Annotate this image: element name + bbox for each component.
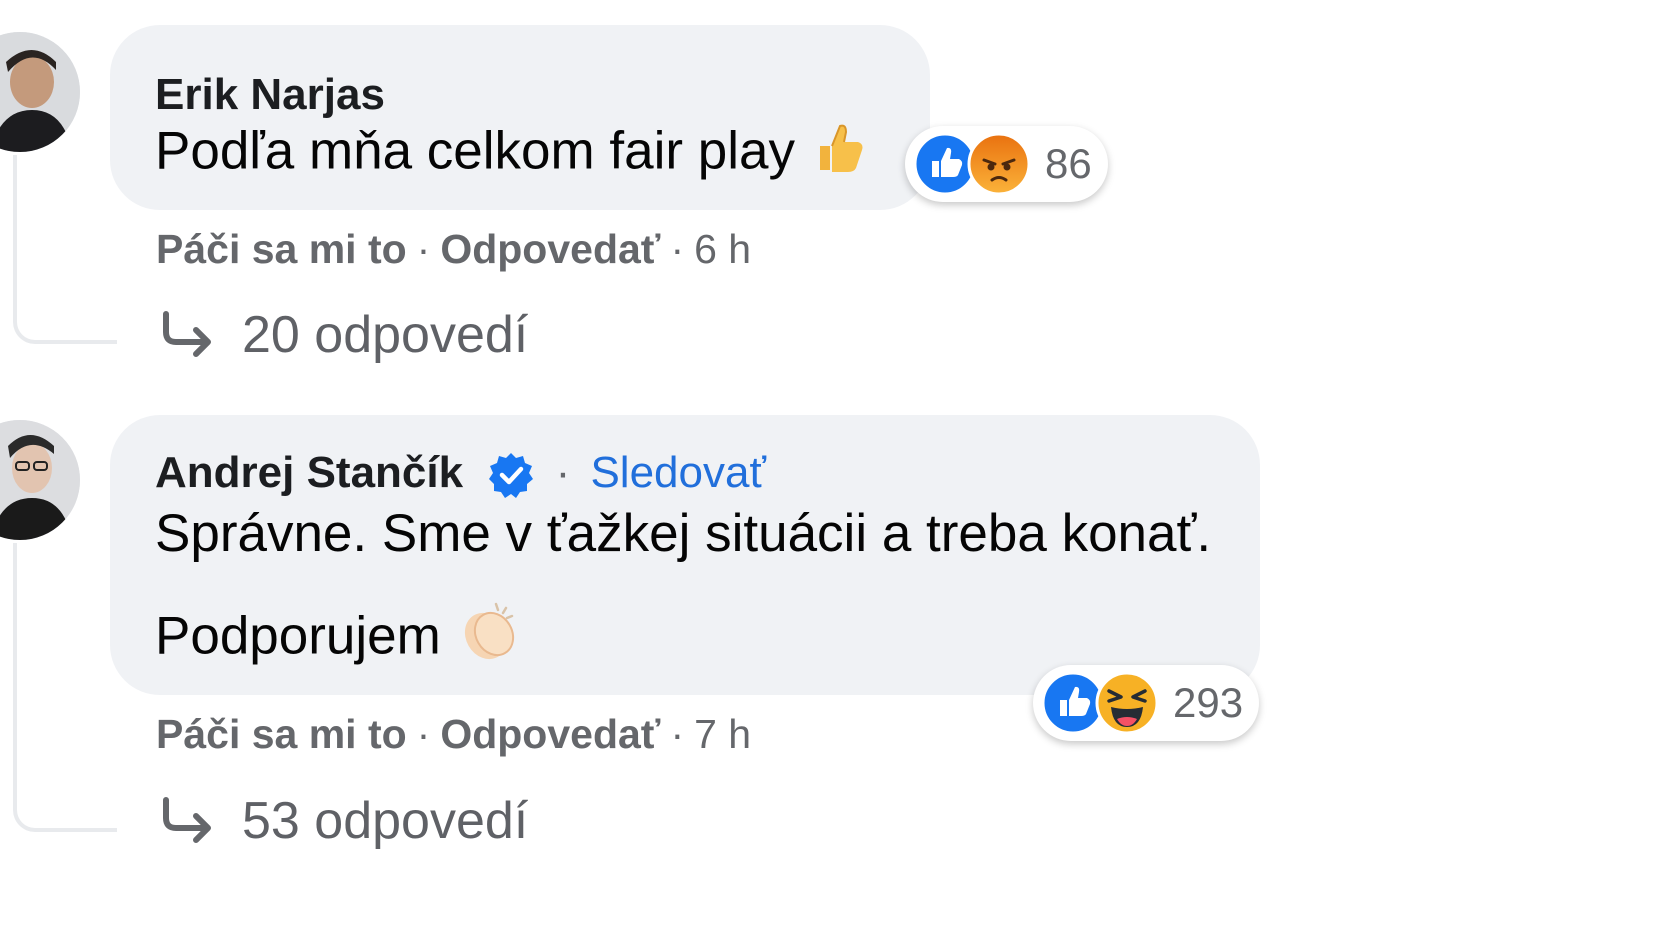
comment-text-content: Podľa mňa celkom fair play	[155, 121, 795, 181]
separator-dot: ·	[670, 711, 685, 757]
comment-andrej-stancik: Andrej Stančík · Sledovať Správne. Sme v…	[0, 415, 1680, 915]
replies-count: 20 odpovedí	[242, 306, 529, 364]
comment-actions: Páči sa mi to · Odpovedať · 7 h	[156, 711, 751, 758]
verified-badge-icon	[489, 453, 534, 499]
reactions-summary[interactable]: 86	[905, 126, 1108, 202]
comment-text-line-1: Správne. Sme v ťažkej situácii a treba k…	[155, 504, 1212, 563]
reaction-count: 86	[1045, 140, 1092, 187]
follow-button[interactable]: Sledovať	[590, 448, 766, 497]
person-avatar-icon	[0, 32, 80, 152]
replies-count: 53 odpovedí	[242, 792, 529, 850]
reply-button[interactable]: Odpovedať	[440, 226, 660, 272]
thread-line	[13, 155, 117, 344]
avatar[interactable]	[0, 420, 80, 540]
reply-arrow-icon	[163, 311, 211, 357]
separator-dot: ·	[416, 226, 431, 272]
reply-button[interactable]: Odpovedať	[440, 711, 660, 757]
reactions-summary[interactable]: 293	[1033, 665, 1260, 741]
comment-text: Podľa mňa celkom fair play	[155, 120, 866, 189]
comment-timestamp[interactable]: 7 h	[694, 711, 751, 757]
view-replies-button[interactable]: 20 odpovedí	[160, 305, 528, 365]
comment-bubble: Andrej Stančík · Sledovať Správne. Sme v…	[110, 415, 1260, 695]
thread-line	[13, 543, 117, 832]
separator-dot: ·	[416, 711, 431, 757]
comment-erik-narjas: Erik Narjas Podľa mňa celkom fair play 8…	[0, 0, 1680, 385]
comment-actions: Páči sa mi to · Odpovedať · 6 h	[156, 226, 751, 273]
avatar[interactable]	[0, 32, 80, 152]
like-button[interactable]: Páči sa mi to	[156, 226, 407, 272]
like-button[interactable]: Páči sa mi to	[156, 711, 407, 757]
comment-author-line: Andrej Stančík · Sledovať	[155, 448, 766, 499]
person-avatar-icon	[0, 420, 80, 540]
comment-text-content: Podporujem	[155, 606, 441, 666]
haha-reaction-icon	[1095, 671, 1159, 735]
comment-author[interactable]: Andrej Stančík	[155, 448, 463, 497]
comment-timestamp[interactable]: 6 h	[694, 226, 751, 272]
comment-bubble: Erik Narjas Podľa mňa celkom fair play	[110, 25, 930, 210]
reply-arrow-icon	[163, 797, 211, 843]
thumbs-up-icon	[810, 120, 866, 189]
separator-dot: ·	[670, 226, 685, 272]
comment-author[interactable]: Erik Narjas	[155, 70, 385, 120]
separator-dot: ·	[555, 448, 571, 497]
view-replies-button[interactable]: 53 odpovedí	[160, 791, 528, 851]
angry-reaction-icon	[967, 132, 1031, 196]
comment-text-line-2: Podporujem	[155, 600, 522, 679]
reaction-count: 293	[1173, 679, 1244, 726]
clapping-hands-icon	[456, 600, 522, 679]
